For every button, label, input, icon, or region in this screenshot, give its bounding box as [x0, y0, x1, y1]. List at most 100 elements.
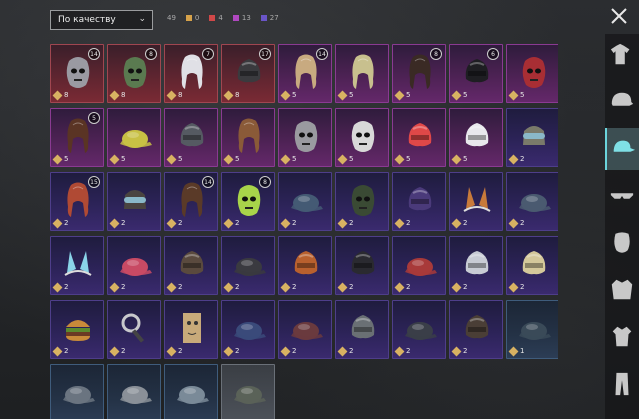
diamond-icon: [52, 154, 63, 164]
item-card[interactable]: 5: [278, 108, 332, 167]
item-value-text: 5: [520, 91, 525, 99]
item-card[interactable]: 2: [107, 172, 161, 231]
item-card[interactable]: 88: [107, 44, 161, 103]
item-card[interactable]: 2: [392, 236, 446, 295]
item-card[interactable]: 5: [335, 108, 389, 167]
item-card[interactable]: 14 8: [50, 44, 104, 103]
item-value-text: 5: [64, 155, 69, 163]
jester-hat-icon: [401, 179, 439, 219]
yellow-cap-icon: [116, 115, 154, 155]
item-value: 5: [394, 90, 410, 100]
diamond-icon: [166, 218, 177, 228]
item-card[interactable]: [50, 364, 104, 419]
tab-outfit[interactable]: [605, 34, 639, 76]
item-card[interactable]: 14 2: [164, 172, 218, 231]
item-card[interactable]: 2: [335, 300, 389, 359]
diamond-icon: [52, 346, 63, 356]
tab-mask[interactable]: [605, 222, 639, 264]
item-card[interactable]: 85: [392, 44, 446, 103]
cap-icon: [515, 179, 553, 219]
item-card[interactable]: 65: [449, 44, 503, 103]
item-card[interactable]: 82: [221, 172, 275, 231]
item-value: 2: [52, 282, 68, 292]
item-value: 2: [394, 218, 410, 228]
diamond-icon: [109, 90, 120, 100]
item-value-text: 1: [520, 347, 525, 355]
diamond-icon: [508, 90, 519, 100]
item-card[interactable]: 2: [278, 172, 332, 231]
item-card[interactable]: 2: [278, 300, 332, 359]
item-card[interactable]: 78: [164, 44, 218, 103]
item-card[interactable]: 5: [449, 108, 503, 167]
item-card[interactable]: 5: [335, 44, 389, 103]
item-value: 5: [166, 154, 182, 164]
biker-helmet-icon: [344, 243, 382, 283]
item-card[interactable]: 2: [335, 172, 389, 231]
item-card[interactable]: 5: [164, 108, 218, 167]
pants-icon: [615, 372, 629, 396]
item-value: 2: [508, 218, 524, 228]
item-card[interactable]: [221, 364, 275, 419]
crab-hat-icon: [401, 115, 439, 155]
item-card[interactable]: 2: [335, 236, 389, 295]
level-badge: 8: [430, 48, 442, 60]
item-card[interactable]: 2: [50, 236, 104, 295]
item-card[interactable]: 2: [506, 108, 558, 167]
diamond-icon: [166, 90, 177, 100]
diamond-icon: [280, 346, 291, 356]
tab-glasses[interactable]: [605, 175, 639, 217]
item-card[interactable]: 2: [221, 236, 275, 295]
glasses-icon: [610, 193, 634, 199]
diamond-icon: [394, 218, 405, 228]
item-card[interactable]: 2: [164, 300, 218, 359]
tab-shirt[interactable]: [605, 316, 639, 358]
item-card[interactable]: 2: [449, 236, 503, 295]
item-card[interactable]: 2: [449, 172, 503, 231]
knit-hat-icon: [515, 243, 553, 283]
item-value: 8: [166, 90, 182, 100]
item-value-text: 2: [406, 347, 411, 355]
item-card[interactable]: 5: [506, 44, 558, 103]
item-card[interactable]: 17 8: [221, 44, 275, 103]
item-card[interactable]: 55: [50, 108, 104, 167]
item-card[interactable]: 5: [107, 108, 161, 167]
item-grid: 14 8 8 8 7 8 17 8 14 5 5 8 5 6 5 5 5 5 5 5 5 5 5 5 5 2 15 2 2 14 2 8 2 2 2…: [50, 44, 558, 419]
tab-pants[interactable]: [605, 363, 639, 405]
pilot-helmet-icon: [173, 243, 211, 283]
item-card[interactable]: 5: [221, 108, 275, 167]
item-card[interactable]: 2: [107, 236, 161, 295]
item-value-text: 8: [121, 91, 126, 99]
tab-hat[interactable]: [605, 128, 639, 170]
item-value: 2: [223, 218, 239, 228]
item-card[interactable]: 2: [50, 300, 104, 359]
shirt-icon: [612, 326, 632, 347]
item-value: 2: [109, 218, 125, 228]
item-card[interactable]: 2: [506, 172, 558, 231]
item-card[interactable]: 2: [278, 236, 332, 295]
count-value: 13: [241, 14, 251, 22]
item-card[interactable]: 2: [164, 236, 218, 295]
diamond-icon: [52, 90, 63, 100]
item-card[interactable]: 2: [221, 300, 275, 359]
item-card[interactable]: 2: [449, 300, 503, 359]
item-card[interactable]: [107, 364, 161, 419]
tab-helmet[interactable]: [605, 81, 639, 123]
item-card[interactable]: 15 2: [50, 172, 104, 231]
diamond-icon: [508, 282, 519, 292]
item-card[interactable]: [164, 364, 218, 419]
item-value-text: 2: [64, 347, 69, 355]
item-card[interactable]: 2: [107, 300, 161, 359]
item-card[interactable]: 2: [392, 172, 446, 231]
item-card[interactable]: 14 5: [278, 44, 332, 103]
item-value-text: 2: [121, 347, 126, 355]
item-card[interactable]: 1: [506, 300, 558, 359]
item-value-text: 2: [349, 347, 354, 355]
close-button[interactable]: [605, 4, 633, 28]
tab-jacket[interactable]: [605, 269, 639, 311]
shark-hat-icon: [458, 243, 496, 283]
item-value-text: 2: [178, 283, 183, 291]
item-card[interactable]: 2: [506, 236, 558, 295]
sort-dropdown[interactable]: По качеству ⌄: [50, 10, 153, 30]
item-card[interactable]: 2: [392, 300, 446, 359]
item-card[interactable]: 5: [392, 108, 446, 167]
